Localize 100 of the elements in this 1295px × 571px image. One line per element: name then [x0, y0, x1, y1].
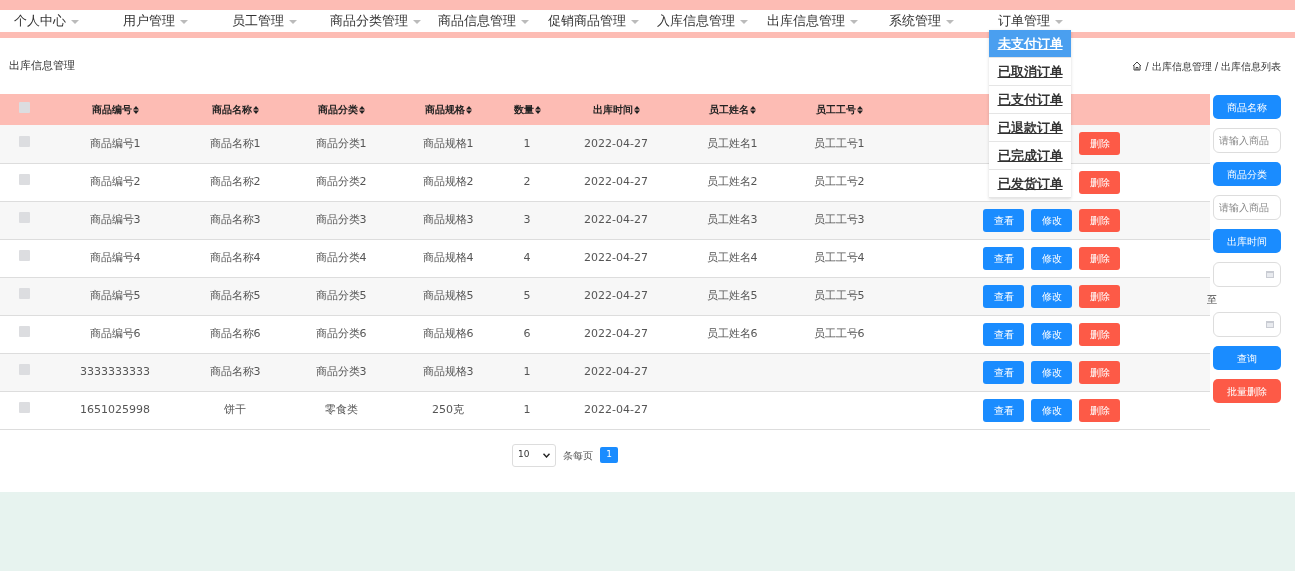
- column-header[interactable]: 员工姓名: [708, 104, 749, 115]
- page-size-select[interactable]: 10: [512, 443, 556, 467]
- row-checkbox[interactable]: [18, 173, 30, 185]
- table-cell: 员工姓名5: [706, 288, 758, 302]
- select-all-checkbox[interactable]: [18, 102, 30, 113]
- row-checkbox[interactable]: [18, 135, 30, 147]
- column-header[interactable]: 商品分类: [317, 104, 358, 115]
- table-cell: 员工工号1: [813, 136, 865, 150]
- delete-button[interactable]: 删除: [1079, 360, 1120, 384]
- table-cell: 员工工号5: [813, 288, 865, 302]
- edit-button[interactable]: 修改: [1031, 398, 1072, 422]
- table-cell: 零食类: [324, 402, 358, 416]
- sort-icon[interactable]: [132, 106, 139, 114]
- view-button[interactable]: 查看: [983, 246, 1024, 270]
- nav-menu[interactable]: 订单管理: [998, 11, 1063, 31]
- nav-menu[interactable]: 系统管理: [889, 11, 954, 31]
- nav-menu[interactable]: 用户管理: [123, 11, 188, 31]
- table-cell: 3: [523, 212, 531, 226]
- delete-button[interactable]: 删除: [1079, 284, 1120, 308]
- sort-icon[interactable]: [252, 106, 259, 114]
- view-button[interactable]: 查看: [983, 208, 1024, 232]
- table-cell: 员工姓名6: [706, 326, 758, 340]
- calendar-icon[interactable]: [1266, 321, 1274, 328]
- breadcrumb-separator: /: [1214, 59, 1218, 74]
- row-checkbox[interactable]: [18, 287, 30, 299]
- delete-button[interactable]: 删除: [1079, 322, 1120, 346]
- search-field[interactable]: 请输入商品: [1213, 128, 1281, 153]
- table-cell: 2022-04-27: [584, 288, 648, 302]
- view-button[interactable]: 查看: [983, 398, 1024, 422]
- range-separator: 至: [1207, 293, 1218, 307]
- edit-button[interactable]: 修改: [1031, 246, 1072, 270]
- sort-icon[interactable]: [358, 106, 365, 114]
- table-cell: 商品名称3: [209, 212, 261, 226]
- delete-button[interactable]: 删除: [1079, 170, 1120, 194]
- nav-menu[interactable]: 商品信息管理: [438, 11, 529, 31]
- row-checkbox[interactable]: [18, 401, 30, 413]
- table-cell: 商品分类1: [315, 136, 367, 150]
- row-checkbox[interactable]: [18, 325, 30, 337]
- sort-icon[interactable]: [534, 106, 541, 114]
- row-checkbox[interactable]: [18, 363, 30, 375]
- sort-icon[interactable]: [633, 106, 640, 114]
- table-cell: 4: [523, 250, 531, 264]
- nav-menu[interactable]: 个人中心: [14, 11, 79, 31]
- view-button[interactable]: 查看: [983, 284, 1024, 308]
- table-cell: 商品分类6: [315, 326, 367, 340]
- table-cell: 商品规格5: [422, 288, 474, 302]
- edit-button[interactable]: 修改: [1031, 360, 1072, 384]
- delete-button[interactable]: 删除: [1079, 132, 1120, 156]
- table-cell: 商品规格3: [422, 364, 474, 378]
- table-cell: 商品编号1: [89, 136, 141, 150]
- nav-menu[interactable]: 员工管理: [232, 11, 297, 31]
- table-cell: 员工工号2: [813, 174, 865, 188]
- chevron-icon[interactable]: [543, 452, 550, 458]
- edit-button[interactable]: 修改: [1031, 322, 1072, 346]
- table-cell: 商品分类3: [315, 364, 367, 378]
- calendar-icon[interactable]: [1266, 271, 1274, 278]
- table-cell: 2022-04-27: [584, 402, 648, 416]
- table-cell: 商品编号4: [89, 250, 141, 264]
- page-button[interactable]: 1: [600, 447, 618, 463]
- table-cell: 商品分类4: [315, 250, 367, 264]
- menu-item[interactable]: 已取消订单: [989, 58, 1071, 86]
- row-checkbox[interactable]: [18, 211, 30, 223]
- field-label-button[interactable]: 商品名称: [1213, 95, 1281, 119]
- search-button[interactable]: 查询: [1213, 346, 1281, 370]
- column-header[interactable]: 商品规格: [424, 104, 465, 115]
- home-icon[interactable]: [1132, 61, 1143, 71]
- delete-button[interactable]: 删除: [1079, 398, 1120, 422]
- nav-menu[interactable]: 入库信息管理: [657, 11, 748, 31]
- table-cell: 商品编号6: [89, 326, 141, 340]
- delete-button[interactable]: 删除: [1079, 246, 1120, 270]
- sort-icon[interactable]: [856, 106, 863, 114]
- view-button[interactable]: 查看: [983, 360, 1024, 384]
- field-label-button[interactable]: 商品分类: [1213, 162, 1281, 186]
- edit-button[interactable]: 修改: [1031, 284, 1072, 308]
- nav-menu[interactable]: 出库信息管理: [767, 11, 858, 31]
- date-field[interactable]: [1213, 312, 1281, 337]
- menu-item[interactable]: 未支付订单: [989, 30, 1071, 58]
- breadcrumb-item: 出库信息列表: [1221, 59, 1281, 74]
- column-header[interactable]: 出库时间: [592, 104, 633, 115]
- menu-item[interactable]: 已发货订单: [989, 170, 1071, 198]
- table-cell: 商品名称1: [209, 136, 261, 150]
- view-button[interactable]: 查看: [983, 322, 1024, 346]
- edit-button[interactable]: 修改: [1031, 208, 1072, 232]
- search-field[interactable]: 请输入商品: [1213, 195, 1281, 220]
- nav-menu[interactable]: 促销商品管理: [548, 11, 639, 31]
- table-cell: 3333333333: [80, 364, 150, 378]
- batch-delete-button[interactable]: 批量删除: [1213, 379, 1281, 403]
- column-header[interactable]: 商品编号: [91, 104, 132, 115]
- column-header[interactable]: 员工工号: [815, 104, 856, 115]
- row-checkbox[interactable]: [18, 249, 30, 261]
- date-field[interactable]: [1213, 262, 1281, 287]
- breadcrumb-item[interactable]: 出库信息管理: [1151, 58, 1212, 74]
- field-label-button[interactable]: 出库时间: [1213, 229, 1281, 253]
- delete-button[interactable]: 删除: [1079, 208, 1120, 232]
- column-header[interactable]: 数量: [513, 104, 534, 115]
- sort-icon[interactable]: [465, 106, 472, 114]
- nav-menu[interactable]: 商品分类管理: [330, 11, 421, 31]
- sort-icon[interactable]: [749, 106, 756, 114]
- table-cell: 商品名称2: [209, 174, 261, 188]
- column-header[interactable]: 商品名称: [211, 104, 252, 115]
